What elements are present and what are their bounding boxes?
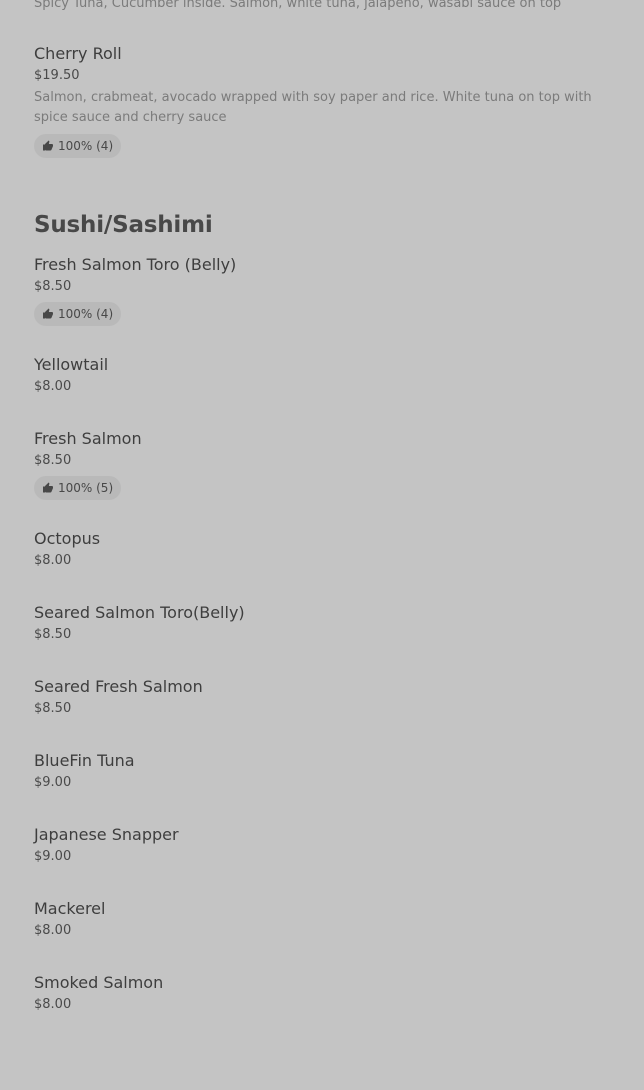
item-name: Mackerel [34,899,106,918]
menu-item[interactable]: Seared Salmon Toro(Belly) $8.50 [34,602,614,644]
item-name: BlueFin Tuna [34,751,135,770]
rating-badge: 100% (5) [34,476,122,500]
rating-text: 100% (4) [58,307,114,321]
item-name: Seared Fresh Salmon [34,677,203,696]
item-name: Seared Salmon Toro(Belly) [34,603,245,622]
item-price: $8.50 [34,453,72,468]
menu-item[interactable]: Smoked Salmon $8.00 [34,972,614,1014]
item-name: Fresh Salmon Toro (Belly) [34,255,237,274]
menu-item[interactable]: Fresh Salmon $8.50 100% (5) [34,428,614,500]
menu-item-cherry-roll[interactable]: Cherry Roll $19.50 Salmon, crabmeat, avo… [34,43,614,158]
item-price: $8.50 [34,279,72,294]
menu-item[interactable]: Seared Fresh Salmon $8.50 [34,676,614,718]
item-price: $9.00 [34,849,72,864]
menu-item[interactable]: Mackerel $8.00 [34,898,614,940]
menu-item[interactable]: BlueFin Tuna $9.00 [34,750,614,792]
item-price: $8.50 [34,627,72,642]
item-name: Smoked Salmon [34,973,164,992]
item-price: $8.00 [34,379,72,394]
menu-item[interactable]: Yellowtail $8.00 [34,354,614,396]
rating-text: 100% (4) [58,139,114,153]
item-price: $8.50 [34,701,72,716]
item-price: $8.00 [34,997,72,1012]
menu-item[interactable]: Fresh Salmon Toro (Belly) $8.50 100% (4) [34,254,614,326]
rating-badge: 100% (4) [34,302,122,326]
item-price: $9.00 [34,775,72,790]
item-name: Octopus [34,529,101,548]
menu-page: Spicy Tuna, Cucumber inside. Salmon, whi… [34,0,614,1014]
thumbs-up-icon [43,140,53,151]
item-name: Cherry Roll [34,44,122,63]
item-name: Yellowtail [34,355,109,374]
thumbs-up-icon [43,308,53,319]
thumbs-up-icon [43,482,53,493]
item-description: Salmon, crabmeat, avocado wrapped with s… [34,90,592,125]
menu-item[interactable]: Octopus $8.00 [34,528,614,570]
item-name: Japanese Snapper [34,825,179,844]
item-name: Fresh Salmon [34,429,142,448]
rating-badge: 100% (4) [34,134,122,158]
menu-item[interactable]: Japanese Snapper $9.00 [34,824,614,866]
item-price: $19.50 [34,68,80,83]
item-price: $8.00 [34,923,72,938]
item-price: $8.00 [34,553,72,568]
rating-text: 100% (5) [58,481,114,495]
section-title: Sushi/Sashimi [34,212,213,238]
previous-item-description: Spicy Tuna, Cucumber inside. Salmon, whi… [34,0,562,11]
